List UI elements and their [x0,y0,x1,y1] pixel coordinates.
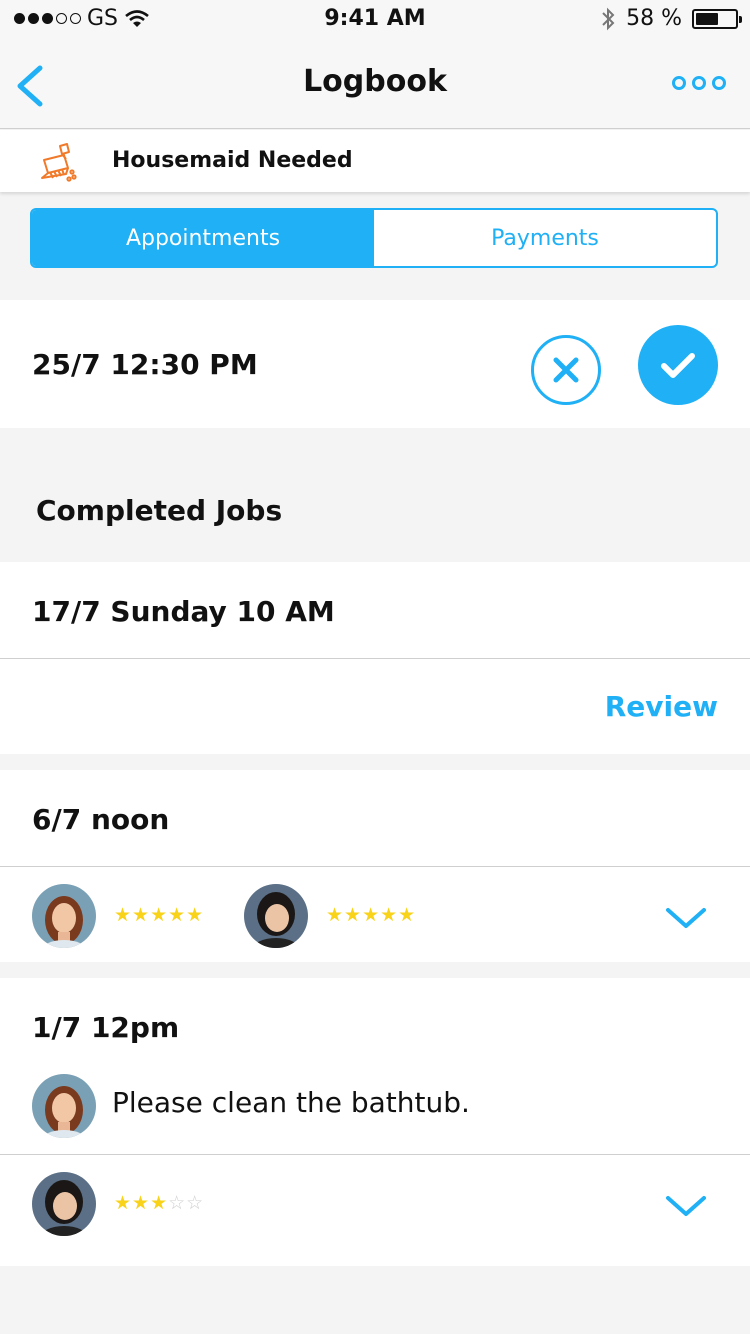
rating-stars: ★★★☆☆ [114,1192,205,1214]
decline-button[interactable] [531,335,601,405]
divider [0,1154,750,1155]
section-title: Completed Jobs [36,494,283,527]
completed-job-card: 6/7 noon [0,770,750,962]
status-bar: GS 9:41 AM 58 % [0,0,750,40]
completed-job-card: 1/7 12pm [0,978,750,1266]
tab-switcher: Appointments Payments [30,208,718,268]
rating-stars: ★★★★★ [326,904,417,926]
close-icon [553,357,579,383]
divider [0,658,750,659]
broom-icon [41,143,77,182]
avatar[interactable] [244,884,308,948]
tab-payments[interactable]: Payments [374,210,716,266]
battery-icon [692,8,742,29]
battery-percent: 58 % [626,6,682,31]
avatar[interactable] [32,1074,96,1138]
job-title: Housemaid Needed [112,148,353,173]
bluetooth-icon [602,7,615,30]
job-datetime: 1/7 12pm [32,1011,180,1044]
avatar[interactable] [32,1172,96,1236]
check-icon [661,353,695,378]
job-note: Please clean the bathtub. [112,1086,470,1119]
rating-stars: ★★★★★ [114,904,205,926]
nav-bar: Logbook [0,40,750,129]
page-title: Logbook [303,64,447,99]
avatar[interactable] [32,884,96,948]
more-icon[interactable] [672,76,726,90]
chevron-down-icon[interactable] [664,1192,708,1220]
pending-datetime: 25/7 12:30 PM [32,348,258,381]
status-right: 58 % [600,6,742,31]
chevron-down-icon[interactable] [664,904,708,932]
completed-job-card: 17/7 Sunday 10 AM [0,562,750,754]
job-header: Housemaid Needed [0,130,750,192]
review-button[interactable]: Review [605,690,718,723]
job-datetime: 17/7 Sunday 10 AM [32,595,335,628]
tab-appointments[interactable]: Appointments [32,210,374,266]
job-datetime: 6/7 noon [32,803,170,836]
accept-button[interactable] [638,325,718,405]
divider [0,866,750,867]
